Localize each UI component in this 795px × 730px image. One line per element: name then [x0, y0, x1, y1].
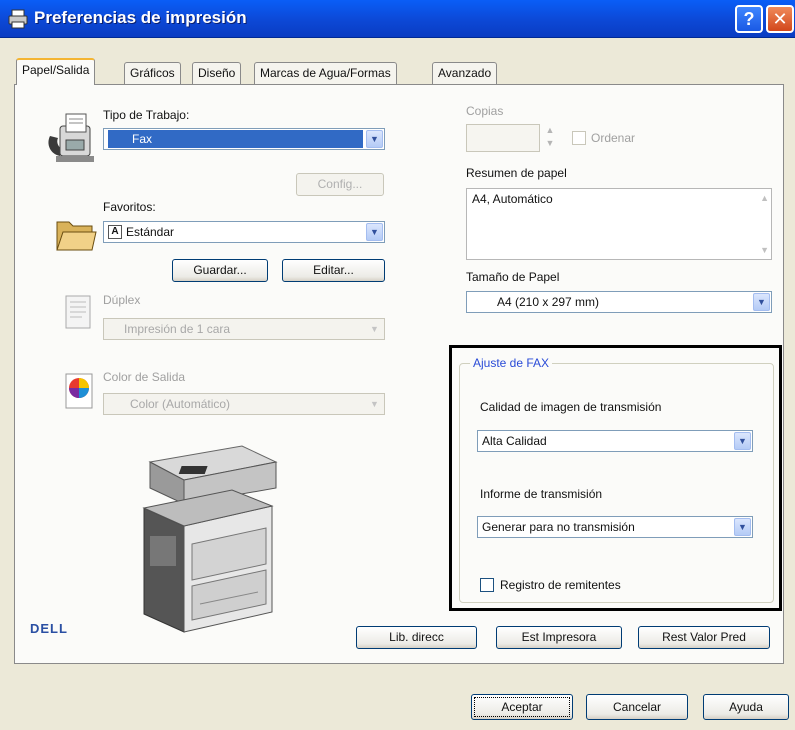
- copies-input[interactable]: [466, 124, 540, 152]
- tab-paper-output[interactable]: Papel/Salida: [16, 58, 96, 85]
- job-type-value: Fax: [108, 130, 363, 148]
- job-setup-button[interactable]: Config...: [296, 173, 384, 196]
- chevron-down-icon: ▼: [734, 432, 751, 450]
- transmission-quality-value: Alta Calidad: [482, 434, 547, 448]
- help-button[interactable]: Ayuda: [703, 694, 789, 720]
- chevron-down-icon: ▼: [366, 395, 383, 413]
- close-icon[interactable]: ✕: [766, 5, 794, 33]
- favorites-value: Estándar: [126, 225, 175, 239]
- printer-icon: [8, 9, 28, 29]
- printer-status-button[interactable]: Est Impresora: [496, 626, 622, 649]
- sender-log-label: Registro de remitentes: [500, 578, 621, 592]
- duplex-label: Dúplex: [103, 293, 141, 307]
- output-color-select[interactable]: Color (Automático) ▼: [103, 393, 385, 415]
- tab-graphics[interactable]: Gráficos: [124, 62, 181, 84]
- fax-machine-icon: [44, 110, 100, 168]
- tab-watermarks[interactable]: Marcas de Agua/Formas: [254, 62, 397, 84]
- collate-label: Ordenar: [591, 131, 636, 145]
- duplex-value: Impresión de 1 cara: [124, 322, 231, 336]
- collate-checkbox[interactable]: [572, 131, 586, 145]
- paper-size-value: A4 (210 x 297 mm): [497, 295, 600, 309]
- copies-label: Copias: [466, 104, 504, 118]
- window-title: Preferencias de impresión: [34, 8, 247, 27]
- duplex-select[interactable]: Impresión de 1 cara ▼: [103, 318, 385, 340]
- copies-spinner[interactable]: ▲ ▼: [543, 124, 557, 152]
- dell-logo: DELL: [30, 621, 68, 636]
- edit-favorite-button[interactable]: Editar...: [282, 259, 385, 282]
- address-book-button[interactable]: Lib. direcc: [356, 626, 477, 649]
- fax-settings-group: [459, 363, 774, 603]
- sender-log-checkbox[interactable]: [480, 578, 494, 592]
- chevron-down-icon: ▼: [366, 320, 383, 338]
- job-type-label: Tipo de Trabajo:: [103, 108, 190, 122]
- folder-icon: [54, 212, 98, 254]
- paper-size-select[interactable]: A4 (210 x 297 mm) ▼: [466, 291, 772, 313]
- duplex-icon: [64, 294, 94, 332]
- transmission-quality-select[interactable]: Alta Calidad ▼: [477, 430, 753, 452]
- restore-defaults-button[interactable]: Rest Valor Pred: [638, 626, 770, 649]
- save-favorite-button[interactable]: Guardar...: [172, 259, 268, 282]
- color-output-icon: [64, 372, 96, 412]
- paper-summary-label: Resumen de papel: [466, 166, 567, 180]
- cancel-button[interactable]: Cancelar: [586, 694, 688, 720]
- transmission-report-label: Informe de transmisión: [480, 487, 603, 501]
- job-type-select[interactable]: Fax ▼: [103, 128, 385, 150]
- chevron-down-icon: ▼: [753, 293, 770, 311]
- tab-advanced[interactable]: Avanzado: [432, 62, 498, 84]
- favorites-a-icon: A: [108, 225, 122, 239]
- transmission-quality-label: Calidad de imagen de transmisión: [480, 400, 662, 414]
- scroll-down-icon[interactable]: ▼: [760, 245, 769, 255]
- paper-size-label: Tamaño de Papel: [466, 270, 560, 284]
- fax-settings-title: Ajuste de FAX: [470, 356, 553, 370]
- transmission-report-select[interactable]: Generar para no transmisión ▼: [477, 516, 753, 538]
- printer-illustration: [136, 432, 282, 650]
- output-color-label: Color de Salida: [103, 370, 186, 384]
- paper-summary-box: A4, Automático ▲ ▼: [466, 188, 772, 260]
- favorites-label: Favoritos:: [103, 200, 156, 214]
- output-color-value: Color (Automático): [130, 397, 231, 411]
- paper-summary-value: A4, Automático: [472, 192, 553, 206]
- chevron-down-icon: ▼: [734, 518, 751, 536]
- favorites-select[interactable]: A Estándar ▼: [103, 221, 385, 243]
- chevron-down-icon: ▼: [366, 223, 383, 241]
- transmission-report-value: Generar para no transmisión: [482, 520, 635, 534]
- accept-button[interactable]: Aceptar: [471, 694, 573, 720]
- chevron-down-icon: ▼: [366, 130, 383, 148]
- help-icon[interactable]: ?: [735, 5, 763, 33]
- scroll-up-icon[interactable]: ▲: [760, 193, 769, 203]
- tab-layout[interactable]: Diseño: [192, 62, 242, 84]
